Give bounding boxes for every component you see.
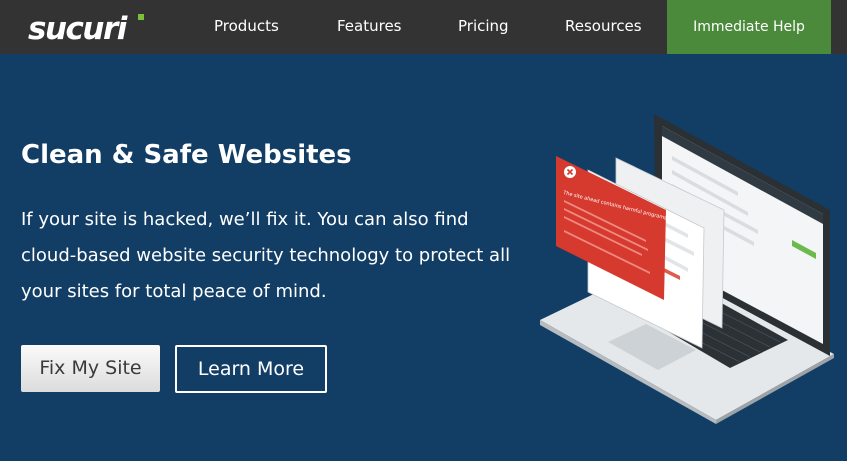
- fix-my-site-button[interactable]: Fix My Site: [21, 345, 160, 392]
- nav-resources[interactable]: Resources: [565, 0, 642, 54]
- learn-more-button[interactable]: Learn More: [175, 345, 327, 393]
- nav-products[interactable]: Products: [214, 0, 279, 54]
- immediate-help-button[interactable]: Immediate Help: [667, 0, 831, 54]
- top-navigation-bar: sucuri Products Features Pricing Resourc…: [0, 0, 847, 54]
- logo-accent: [138, 14, 144, 20]
- sucuri-logo[interactable]: sucuri: [26, 10, 150, 44]
- laptop-illustration: [540, 114, 834, 424]
- nav-features[interactable]: Features: [337, 0, 402, 54]
- nav-pricing[interactable]: Pricing: [458, 0, 509, 54]
- hero-title: Clean & Safe Websites: [21, 140, 352, 170]
- hero-description: If your site is hacked, we’ll fix it. Yo…: [21, 209, 511, 302]
- logo-text: sucuri: [28, 11, 128, 44]
